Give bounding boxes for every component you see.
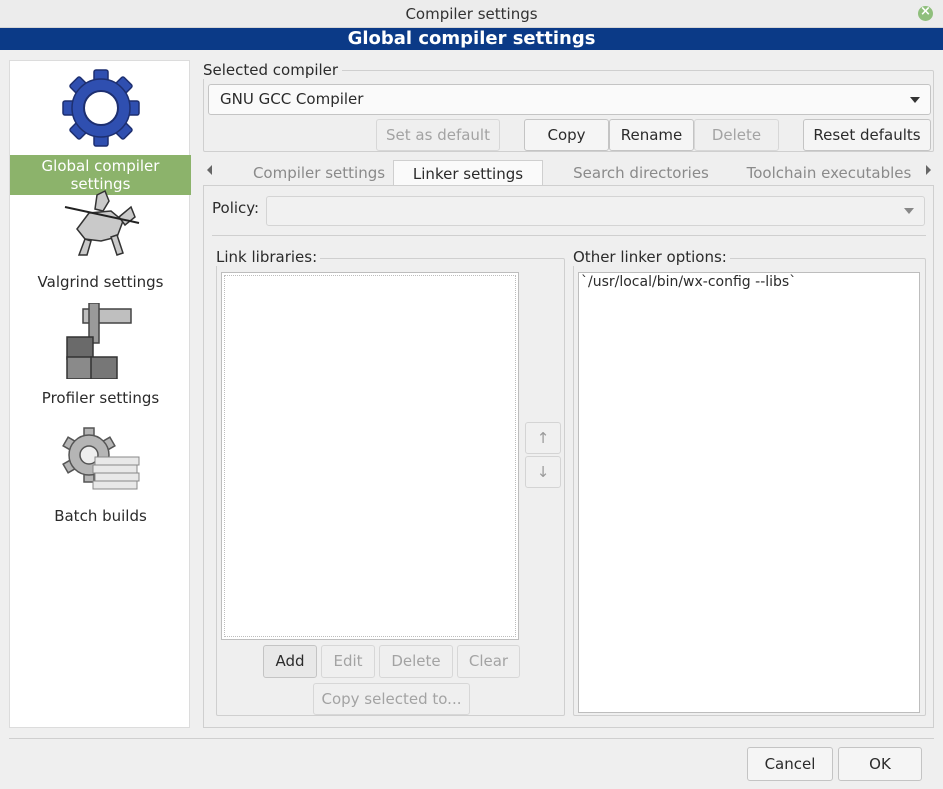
- policy-label: Policy:: [212, 199, 260, 217]
- arrow-up-icon: ↑: [536, 429, 550, 447]
- other-linker-options-label: Other linker options:: [573, 248, 730, 266]
- delete-compiler-button[interactable]: Delete: [694, 119, 779, 151]
- move-up-button[interactable]: ↑: [525, 422, 561, 454]
- add-library-button[interactable]: Add: [263, 645, 317, 678]
- link-libraries-label: Link libraries:: [216, 248, 321, 266]
- divider: [212, 235, 926, 236]
- banner: Global compiler settings: [0, 28, 943, 50]
- tab-search-directories[interactable]: Search directories: [563, 160, 719, 186]
- footer-divider: [9, 738, 934, 739]
- gear-icon: [61, 69, 140, 147]
- link-libraries-list[interactable]: [221, 272, 519, 640]
- sidebar-item-label: Profiler settings: [41, 389, 160, 407]
- sidebar-item-valgrind-settings[interactable]: Valgrind settings: [10, 187, 191, 291]
- sidebar-item-batch-builds[interactable]: Batch builds: [10, 427, 191, 525]
- list-focus-frame: [224, 275, 516, 637]
- cancel-button[interactable]: Cancel: [747, 747, 833, 781]
- chevron-down-icon: [904, 208, 914, 214]
- banner-title: Global compiler settings: [347, 28, 596, 49]
- chevron-down-icon: [910, 97, 920, 103]
- reset-defaults-button[interactable]: Reset defaults: [803, 119, 931, 151]
- close-icon: ×: [920, 4, 931, 19]
- caliper-icon: [65, 303, 132, 379]
- rename-button[interactable]: Rename: [609, 119, 694, 151]
- other-linker-options-textarea[interactable]: `/usr/local/bin/wx-config --libs`: [578, 272, 920, 713]
- clear-libraries-button[interactable]: Clear: [457, 645, 520, 678]
- move-down-button[interactable]: ↓: [525, 456, 561, 488]
- sidebar-item-label: Valgrind settings: [37, 273, 164, 291]
- close-button[interactable]: ×: [918, 4, 933, 21]
- policy-select[interactable]: [266, 196, 925, 226]
- arrow-down-icon: ↓: [536, 463, 550, 481]
- set-as-default-button[interactable]: Set as default: [376, 119, 500, 151]
- gear-stack-icon: [61, 427, 139, 490]
- selected-compiler-label: Selected compiler: [203, 61, 343, 79]
- sidebar: Global compiler settings Valgrind settin…: [9, 60, 191, 728]
- compiler-select[interactable]: GNU GCC Compiler: [208, 84, 931, 115]
- ok-button[interactable]: OK: [838, 747, 922, 781]
- window-title: Compiler settings: [405, 5, 538, 23]
- copy-button[interactable]: Copy: [524, 119, 609, 151]
- tab-compiler-settings[interactable]: Compiler settings: [244, 160, 394, 186]
- sidebar-item-global-compiler-settings[interactable]: Global compiler settings: [10, 67, 191, 195]
- tab-scroll-right-icon[interactable]: [926, 165, 931, 175]
- copy-selected-to-button[interactable]: Copy selected to...: [313, 683, 470, 715]
- tab-toolchain-executables[interactable]: Toolchain executables: [740, 160, 918, 186]
- other-linker-options-text: `/usr/local/bin/wx-config --libs`: [581, 274, 797, 290]
- knight-icon: [64, 189, 139, 256]
- edit-library-button[interactable]: Edit: [321, 645, 375, 678]
- tab-linker-settings[interactable]: Linker settings: [393, 160, 543, 186]
- tab-scroll-left-icon[interactable]: [207, 165, 212, 175]
- sidebar-item-label: Batch builds: [54, 507, 147, 525]
- compiler-select-value: GNU GCC Compiler: [220, 90, 364, 108]
- delete-library-button[interactable]: Delete: [379, 645, 453, 678]
- sidebar-item-profiler-settings[interactable]: Profiler settings: [10, 303, 191, 407]
- title-bar: Compiler settings ×: [0, 0, 943, 28]
